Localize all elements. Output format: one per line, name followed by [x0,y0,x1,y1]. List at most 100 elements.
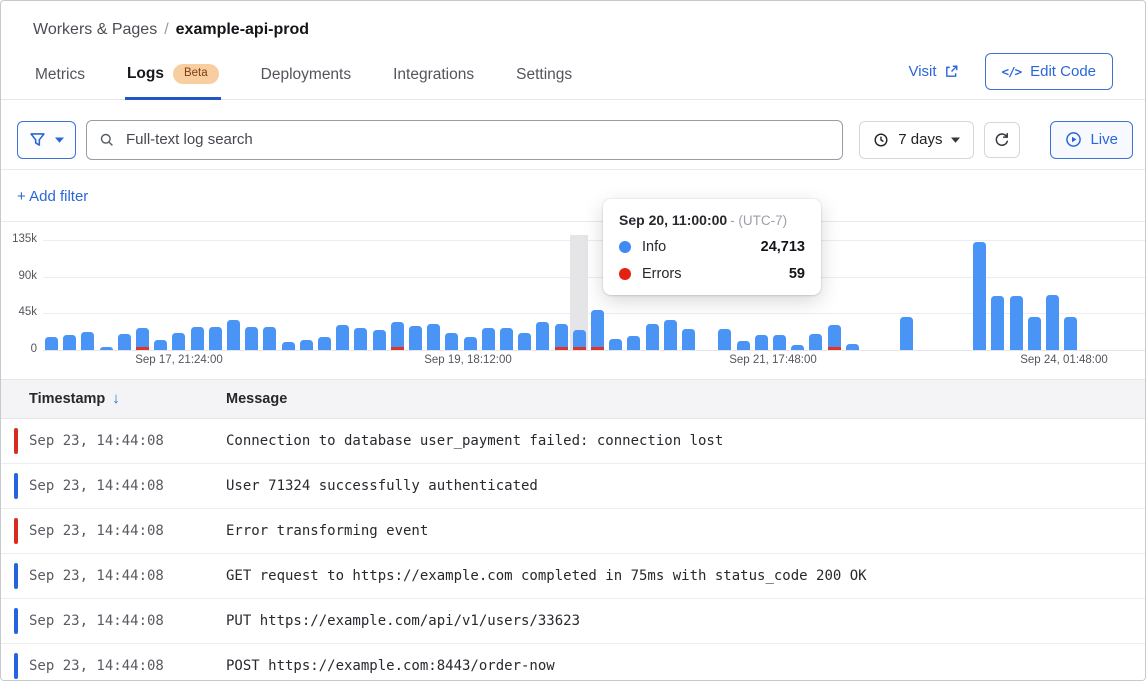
tooltip-row-info: Info 24,713 [619,239,805,255]
chart-bar[interactable] [245,327,258,350]
chart-bar[interactable] [591,310,604,350]
chart-bar[interactable] [136,328,149,350]
tooltip-info-value: 24,713 [761,239,805,255]
log-row[interactable]: Sep 23, 14:44:08Connection to database u… [1,419,1145,464]
chart-bar[interactable] [573,330,586,350]
chart-bar[interactable] [45,337,58,350]
chart-bar[interactable] [1046,295,1059,350]
chart-tooltip: Sep 20, 11:00:00- (UTC-7) Info 24,713 Er… [603,199,821,295]
chart-bar[interactable] [809,334,822,350]
tab-settings[interactable]: Settings [514,54,574,100]
chart-bar[interactable] [500,328,513,350]
chart-bar[interactable] [391,322,404,350]
chart-bar[interactable] [427,324,440,350]
log-row[interactable]: Sep 23, 14:44:08PUT https://example.com/… [1,599,1145,644]
chart-bar[interactable] [646,324,659,350]
chart-bar[interactable] [682,329,695,350]
workers-logs-page: Workers & Pages/example-api-prod Metrics… [0,0,1146,681]
log-timestamp: Sep 23, 14:44:08 [1,658,226,674]
chart-bar[interactable] [409,326,422,350]
add-filter-button[interactable]: + Add filter [17,188,88,205]
time-range-dropdown[interactable]: 7 days [859,121,974,159]
filter-dropdown-button[interactable] [17,121,76,159]
chart-bar[interactable] [664,320,677,350]
chart-bar[interactable] [791,345,804,350]
chart-bar[interactable] [828,325,841,350]
chart-bar[interactable] [100,347,113,350]
errors-dot-icon [619,268,631,280]
chart-bar[interactable] [63,335,76,350]
beta-badge: Beta [173,64,219,84]
chart-bar[interactable] [755,335,768,350]
log-message: Connection to database user_payment fail… [226,433,723,449]
sort-descending-icon[interactable]: ↓ [112,390,120,407]
search-input[interactable] [124,130,830,149]
log-row[interactable]: Sep 23, 14:44:08User 71324 successfully … [1,464,1145,509]
chart-bar[interactable] [118,334,131,350]
refresh-button[interactable] [984,122,1020,158]
chart-bar[interactable] [354,328,367,350]
column-message: Message [226,391,287,407]
chart-bar[interactable] [300,340,313,350]
tab-integrations[interactable]: Integrations [391,54,476,100]
chart-bar[interactable] [482,328,495,350]
chart-bar[interactable] [209,327,222,350]
log-row[interactable]: Sep 23, 14:44:08GET request to https://e… [1,554,1145,599]
chart-bar[interactable] [900,317,913,350]
chart-bar[interactable] [973,242,986,350]
refresh-icon [994,132,1010,148]
chart-bar[interactable] [464,337,477,350]
x-tick-label: Sep 21, 17:48:00 [729,354,817,366]
live-button[interactable]: Live [1050,121,1133,159]
chart-bar[interactable] [627,336,640,350]
chart-bar[interactable] [445,333,458,350]
chart-bar[interactable] [555,324,568,350]
chart-bar[interactable] [991,296,1004,350]
log-level-indicator [14,428,18,454]
chart-bar[interactable] [282,342,295,350]
chart-bar[interactable] [846,344,859,350]
chart-bar[interactable] [609,339,622,350]
chart-bar[interactable] [81,332,94,350]
chart-bar[interactable] [336,325,349,350]
chart-bar[interactable] [737,341,750,350]
log-table-header: Timestamp ↓ Message [1,379,1145,419]
breadcrumb-parent-link[interactable]: Workers & Pages [33,21,157,38]
tab-logs[interactable]: Logs Beta [125,52,221,100]
x-tick-label: Sep 17, 21:24:00 [135,354,223,366]
tab-metrics[interactable]: Metrics [33,54,87,100]
chart-bar[interactable] [227,320,240,350]
log-timestamp: Sep 23, 14:44:08 [1,433,226,449]
tooltip-row-errors: Errors 59 [619,266,805,282]
chart-bar[interactable] [1010,296,1023,350]
chart-bar[interactable] [718,329,731,350]
chart-bar[interactable] [263,327,276,350]
log-row[interactable]: Sep 23, 14:44:08Error transforming event [1,509,1145,554]
chart-bar[interactable] [1028,317,1041,350]
chart-bar[interactable] [1064,317,1077,350]
edit-code-button[interactable]: </> Edit Code [985,53,1113,90]
chart-bar[interactable] [154,340,167,350]
log-level-indicator [14,653,18,679]
log-level-indicator [14,473,18,499]
chart-bar[interactable] [318,337,331,350]
chart-bar[interactable] [191,327,204,350]
chart-bar[interactable] [773,335,786,350]
chart-bar[interactable] [172,333,185,350]
info-dot-icon [619,241,631,253]
x-tick-label: Sep 19, 18:12:00 [424,354,512,366]
chart-bar[interactable] [518,333,531,350]
tooltip-errors-value: 59 [789,266,805,282]
chevron-down-icon [951,137,960,143]
log-search [86,120,843,160]
log-row[interactable]: Sep 23, 14:44:08POST https://example.com… [1,644,1145,681]
log-timestamp: Sep 23, 14:44:08 [1,523,226,539]
chart-bar[interactable] [536,322,549,350]
tab-deployments[interactable]: Deployments [259,54,353,100]
chart-bar[interactable] [373,330,386,350]
clock-icon [873,132,889,148]
search-icon [99,132,115,148]
log-message: GET request to https://example.com compl… [226,568,867,584]
log-message: POST https://example.com:8443/order-now [226,658,555,674]
visit-link[interactable]: Visit [908,63,958,80]
